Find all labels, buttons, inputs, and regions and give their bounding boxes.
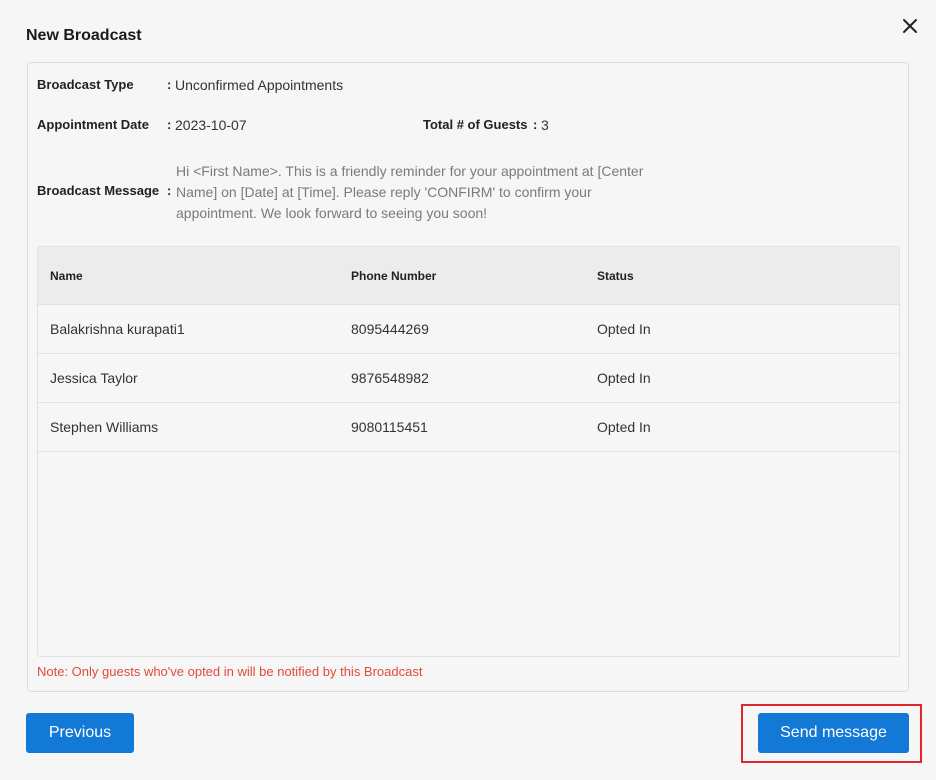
- close-icon[interactable]: [898, 14, 922, 38]
- guest-phone: 8095444269: [351, 321, 429, 337]
- broadcast-type-label: Broadcast Type: [37, 77, 134, 92]
- table-row: Stephen Williams 9080115451 Opted In: [38, 403, 899, 452]
- guests-table: Name Phone Number Status Balakrishna kur…: [37, 246, 900, 657]
- broadcast-details-panel: Broadcast Type : Unconfirmed Appointment…: [27, 62, 909, 692]
- column-header-status: Status: [597, 269, 634, 283]
- total-guests-value: 3: [541, 117, 549, 133]
- broadcast-message-colon: :: [167, 183, 172, 198]
- guest-status: Opted In: [597, 321, 651, 337]
- guest-phone: 9080115451: [351, 419, 428, 435]
- guest-phone: 9876548982: [351, 370, 429, 386]
- opt-in-note: Note: Only guests who've opted in will b…: [37, 664, 423, 679]
- appointment-date-label: Appointment Date: [37, 117, 149, 132]
- table-row: Jessica Taylor 9876548982 Opted In: [38, 354, 899, 403]
- new-broadcast-dialog: New Broadcast Broadcast Type : Unconfirm…: [0, 0, 936, 780]
- guest-name: Balakrishna kurapati1: [50, 321, 185, 337]
- guest-name: Stephen Williams: [50, 419, 159, 435]
- column-header-phone: Phone Number: [351, 269, 437, 283]
- previous-button[interactable]: Previous: [26, 713, 134, 753]
- guest-name: Jessica Taylor: [50, 370, 138, 386]
- send-message-button[interactable]: Send message: [758, 713, 909, 753]
- table-header: Name Phone Number Status: [38, 247, 899, 305]
- total-guests-colon: :: [533, 117, 538, 132]
- guest-status: Opted In: [597, 419, 651, 435]
- broadcast-message-label: Broadcast Message: [37, 183, 160, 198]
- table-row: Balakrishna kurapati1 8095444269 Opted I…: [38, 305, 899, 354]
- appointment-date-value: 2023-10-07: [175, 117, 247, 133]
- broadcast-type-colon: :: [167, 77, 172, 92]
- guest-status: Opted In: [597, 370, 651, 386]
- column-header-name: Name: [50, 269, 83, 283]
- appointment-date-colon: :: [167, 117, 172, 132]
- total-guests-label: Total # of Guests: [423, 117, 528, 132]
- dialog-title: New Broadcast: [26, 27, 142, 44]
- broadcast-type-value: Unconfirmed Appointments: [175, 77, 344, 93]
- broadcast-message-value: Hi <First Name>. This is a friendly remi…: [176, 163, 644, 221]
